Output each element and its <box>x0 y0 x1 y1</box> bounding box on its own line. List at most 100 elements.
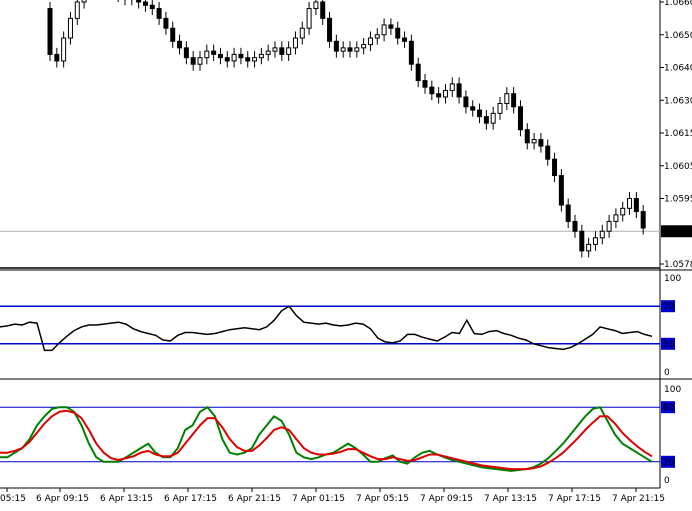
candle-bull <box>490 112 496 124</box>
candle-bear <box>395 27 401 39</box>
candle-bear <box>170 27 176 42</box>
candle-bear <box>388 24 394 29</box>
candle-bear <box>47 8 53 55</box>
time-tick-label: 7 Apr 13:15 <box>484 494 537 504</box>
candle-bear <box>54 53 60 62</box>
candle-bear <box>517 106 523 131</box>
candle-bull <box>381 24 387 36</box>
candle-bear <box>429 86 435 95</box>
candle-bull <box>265 50 271 55</box>
candle-bear <box>347 47 353 52</box>
candle-bear <box>142 1 148 6</box>
price-tick-label: 1.0660 <box>664 0 692 8</box>
candle-bull <box>620 207 626 216</box>
candle-bear <box>279 47 285 55</box>
price-tick-label: 1.0650 <box>664 31 692 41</box>
price-tick-label: 1.0595 <box>664 195 692 205</box>
candle-bear <box>477 109 483 118</box>
candle-bear <box>470 106 476 111</box>
candle-bear <box>224 57 230 62</box>
time-tick-label: 7 Apr 01:15 <box>292 494 345 504</box>
rsi-level-label: 30 <box>663 340 675 350</box>
candle-bear <box>211 50 217 55</box>
candle-bear <box>511 93 517 108</box>
candle-bear <box>402 37 408 42</box>
candle-bull <box>367 37 373 46</box>
candle-bear <box>163 17 169 29</box>
stoch-level-label: 80 <box>663 403 675 413</box>
candle-bull <box>592 237 598 245</box>
candle-bear <box>327 17 333 42</box>
candle-bear <box>415 63 421 82</box>
chart-root: 1.0660 1.0650 1.0640 1.0630 1.0615 1.0605 1.05… <box>0 0 692 507</box>
candle-bear <box>463 96 469 108</box>
candle-bull <box>627 198 633 209</box>
stoch-axis-label: 100 <box>664 385 681 395</box>
price-tick-label: 1.0615 <box>664 129 692 139</box>
price-tick-label: 1.0578 <box>664 260 692 270</box>
candle-bull <box>374 34 380 39</box>
candle-bear <box>320 1 326 19</box>
candle-bull <box>204 50 210 59</box>
candle-bear <box>217 53 223 59</box>
candle-bull <box>497 103 503 114</box>
current-price-label: 1.0589 <box>663 227 692 237</box>
candle-bear <box>483 116 489 124</box>
candle-bear <box>245 57 251 62</box>
candle-bull <box>442 89 448 98</box>
candle-bear <box>572 220 578 232</box>
time-tick-label: 6 Apr 13:15 <box>100 494 153 504</box>
candle-bear <box>524 129 530 144</box>
candle-bear <box>579 230 585 252</box>
rsi-axis-label: 0 <box>664 368 670 378</box>
candle-bull <box>286 47 292 55</box>
candle-bear <box>633 198 639 213</box>
candle-bear <box>183 47 189 59</box>
candle-bear <box>156 8 162 19</box>
candle-bull <box>449 83 455 91</box>
candle-bear <box>149 4 155 10</box>
candle-bull <box>313 1 319 10</box>
candle-bull <box>197 57 203 65</box>
chart-svg[interactable]: 1.0660 1.0650 1.0640 1.0630 1.0615 1.0605 1.05… <box>0 0 692 507</box>
time-tick-label: 7 Apr 05:15 <box>356 494 409 504</box>
candle-bull <box>258 53 264 59</box>
candle-bear <box>558 175 564 206</box>
candle-bull <box>306 8 312 29</box>
candle-bear <box>177 40 183 49</box>
candle-bear <box>408 40 414 65</box>
candle-bear <box>538 139 544 147</box>
time-tick-label: 6 Apr 17:15 <box>164 494 217 504</box>
candle-bear <box>190 57 196 65</box>
price-tick-label: 1.0640 <box>664 64 692 74</box>
candle-bull <box>613 214 619 222</box>
candles-group <box>47 0 646 258</box>
candle-bull <box>61 37 67 62</box>
rsi-level-label: 70 <box>663 302 675 312</box>
candle-bull <box>354 47 360 52</box>
candle-bull <box>586 243 592 252</box>
candle-bear <box>640 211 646 229</box>
candle-bull <box>252 57 258 62</box>
candle-bull <box>599 230 605 239</box>
rsi-axis-label: 100 <box>664 274 681 284</box>
candle-bear <box>238 53 244 59</box>
candle-bull <box>531 139 537 144</box>
candle-bull <box>504 93 510 105</box>
time-tick-label: 6 Apr 09:15 <box>36 494 89 504</box>
stoch-signal-line <box>0 409 653 471</box>
price-tick-label: 1.0605 <box>664 162 692 172</box>
candle-bear <box>333 40 339 52</box>
candle-bull <box>292 37 298 49</box>
candle-bear <box>545 145 551 160</box>
candle-bull <box>299 27 305 39</box>
stoch-axis-label: 0 <box>664 476 670 486</box>
candle-bear <box>436 93 442 98</box>
time-tick-label: 7 Apr 21:15 <box>612 494 665 504</box>
candle-bear <box>456 83 462 98</box>
candle-bull <box>231 53 237 62</box>
candle-bear <box>136 0 142 3</box>
candle-bull <box>272 47 278 52</box>
time-tick-label: 05:15 <box>0 494 26 504</box>
candle-bull <box>361 44 367 49</box>
